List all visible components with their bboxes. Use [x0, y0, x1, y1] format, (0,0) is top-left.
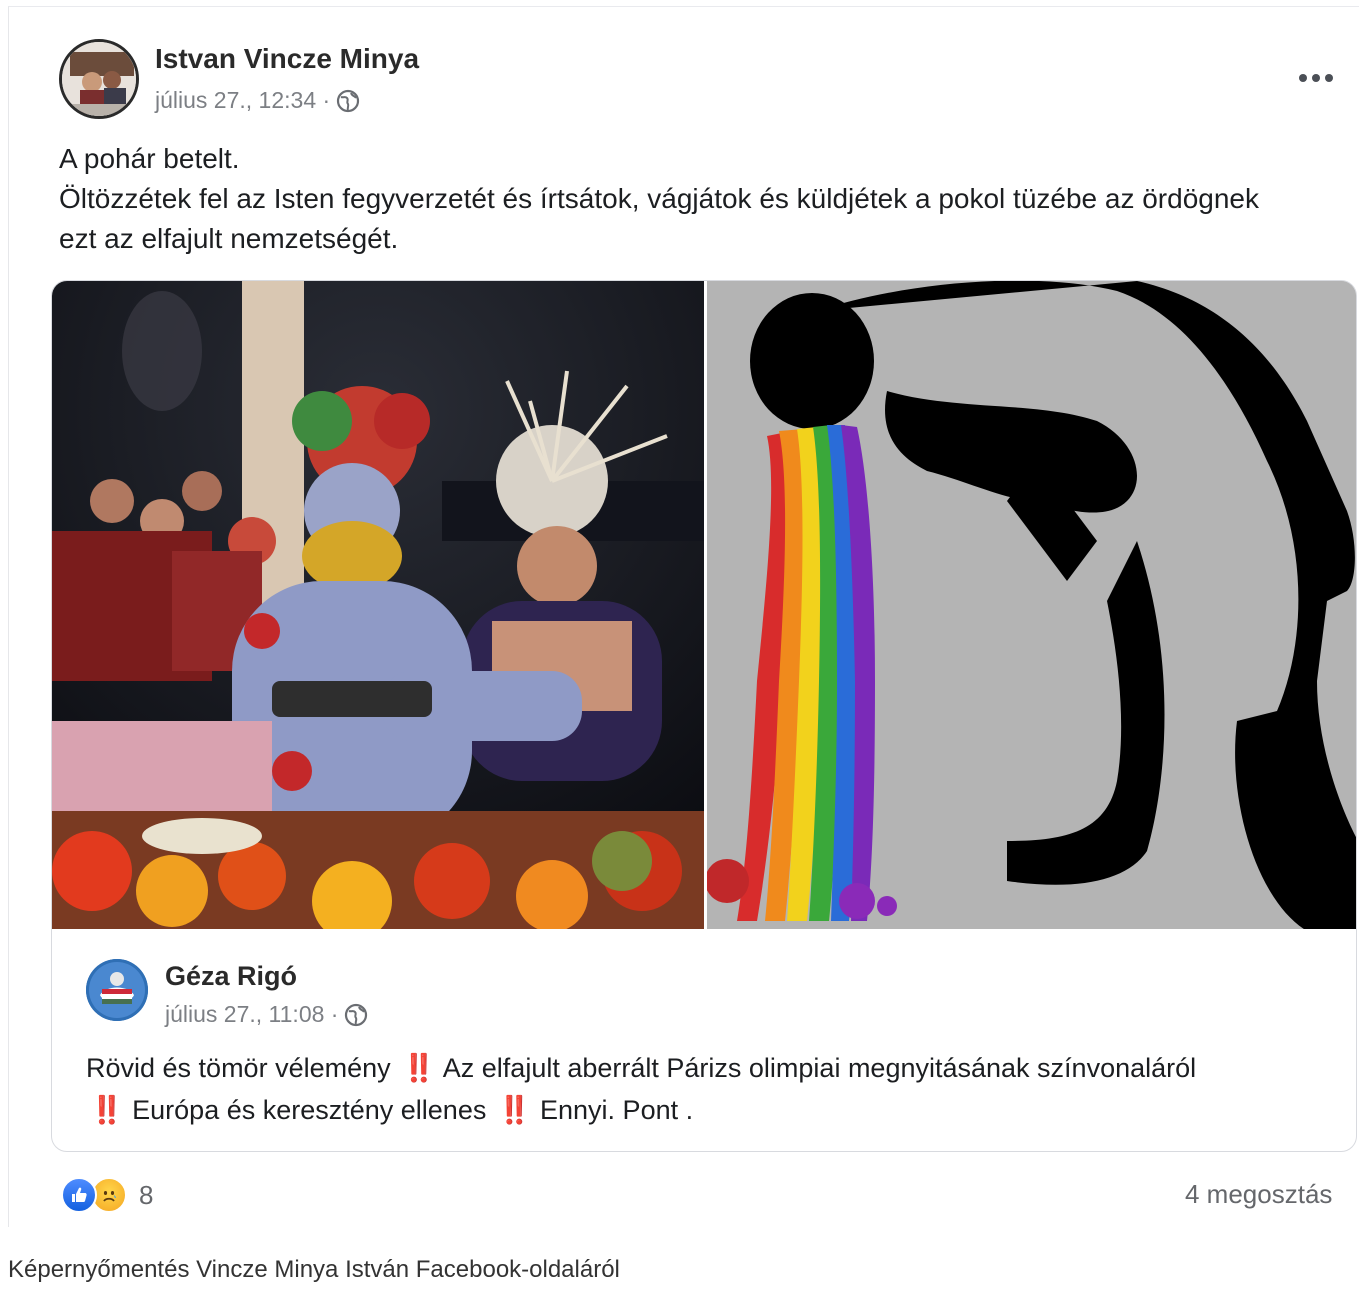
shared-post-body: Rövid és tömör vélemény ‼️ Az elfajult a…	[86, 1047, 1346, 1131]
post-timestamp[interactable]: július 27., 12:34 ·	[155, 87, 330, 114]
double-exclamation-icon: ‼️	[90, 1095, 124, 1125]
post-meta: július 27., 12:34 ·	[155, 87, 360, 114]
author-avatar[interactable]	[59, 39, 139, 119]
image-caption: Képernyőmentés Vincze Minya István Faceb…	[8, 1256, 620, 1283]
shared-photo-right[interactable]	[707, 281, 1356, 929]
double-exclamation-icon: ‼️	[497, 1095, 532, 1125]
shared-text-line: Rövid és tömör vélemény ‼️ Az elfajult a…	[86, 1047, 1346, 1089]
shared-text-segment: Európa és keresztény ellenes	[132, 1095, 487, 1125]
globe-icon	[336, 89, 360, 113]
shared-text-segment: Rövid és tömör vélemény	[86, 1053, 391, 1083]
globe-icon	[344, 1003, 368, 1027]
shared-photo-left[interactable]	[52, 281, 704, 929]
post-text-line: ezt az elfajult nemzetségét.	[59, 223, 399, 254]
shared-post[interactable]: Géza Rigó július 27., 11:08 · Rövid és t…	[51, 280, 1357, 1152]
more-options-button[interactable]	[1291, 59, 1341, 89]
shared-author-avatar[interactable]	[86, 959, 148, 1021]
more-horizontal-icon	[1298, 59, 1334, 90]
shared-text-line: ‼️ Európa és keresztény ellenes ‼️ Ennyi…	[86, 1089, 1346, 1131]
post-text-line: A pohár betelt.	[59, 143, 240, 174]
double-exclamation-icon: ‼️	[402, 1053, 436, 1083]
shared-text-segment: Az elfajult aberrált Párizs olimpiai meg…	[442, 1053, 1197, 1083]
reaction-count: 8	[139, 1179, 154, 1210]
post-body: A pohár betelt. Öltözzétek fel az Isten …	[59, 139, 1349, 259]
shared-author-name[interactable]: Géza Rigó	[165, 961, 297, 992]
author-name[interactable]: Istvan Vincze Minya	[155, 43, 419, 75]
like-icon	[61, 1177, 97, 1213]
shared-post-meta: július 27., 11:08 ·	[165, 1001, 368, 1028]
post-text-line: Öltözzétek fel az Isten fegyverzetét és …	[59, 183, 1259, 214]
shared-text-segment: Ennyi. Pont .	[540, 1095, 694, 1125]
share-count[interactable]: 4 megosztás	[1185, 1179, 1332, 1210]
facebook-post-card: Istvan Vincze Minya július 27., 12:34 · …	[8, 6, 1359, 1227]
shared-post-timestamp[interactable]: július 27., 11:08 ·	[165, 1001, 338, 1028]
reactions-summary[interactable]: 8	[61, 1177, 153, 1213]
